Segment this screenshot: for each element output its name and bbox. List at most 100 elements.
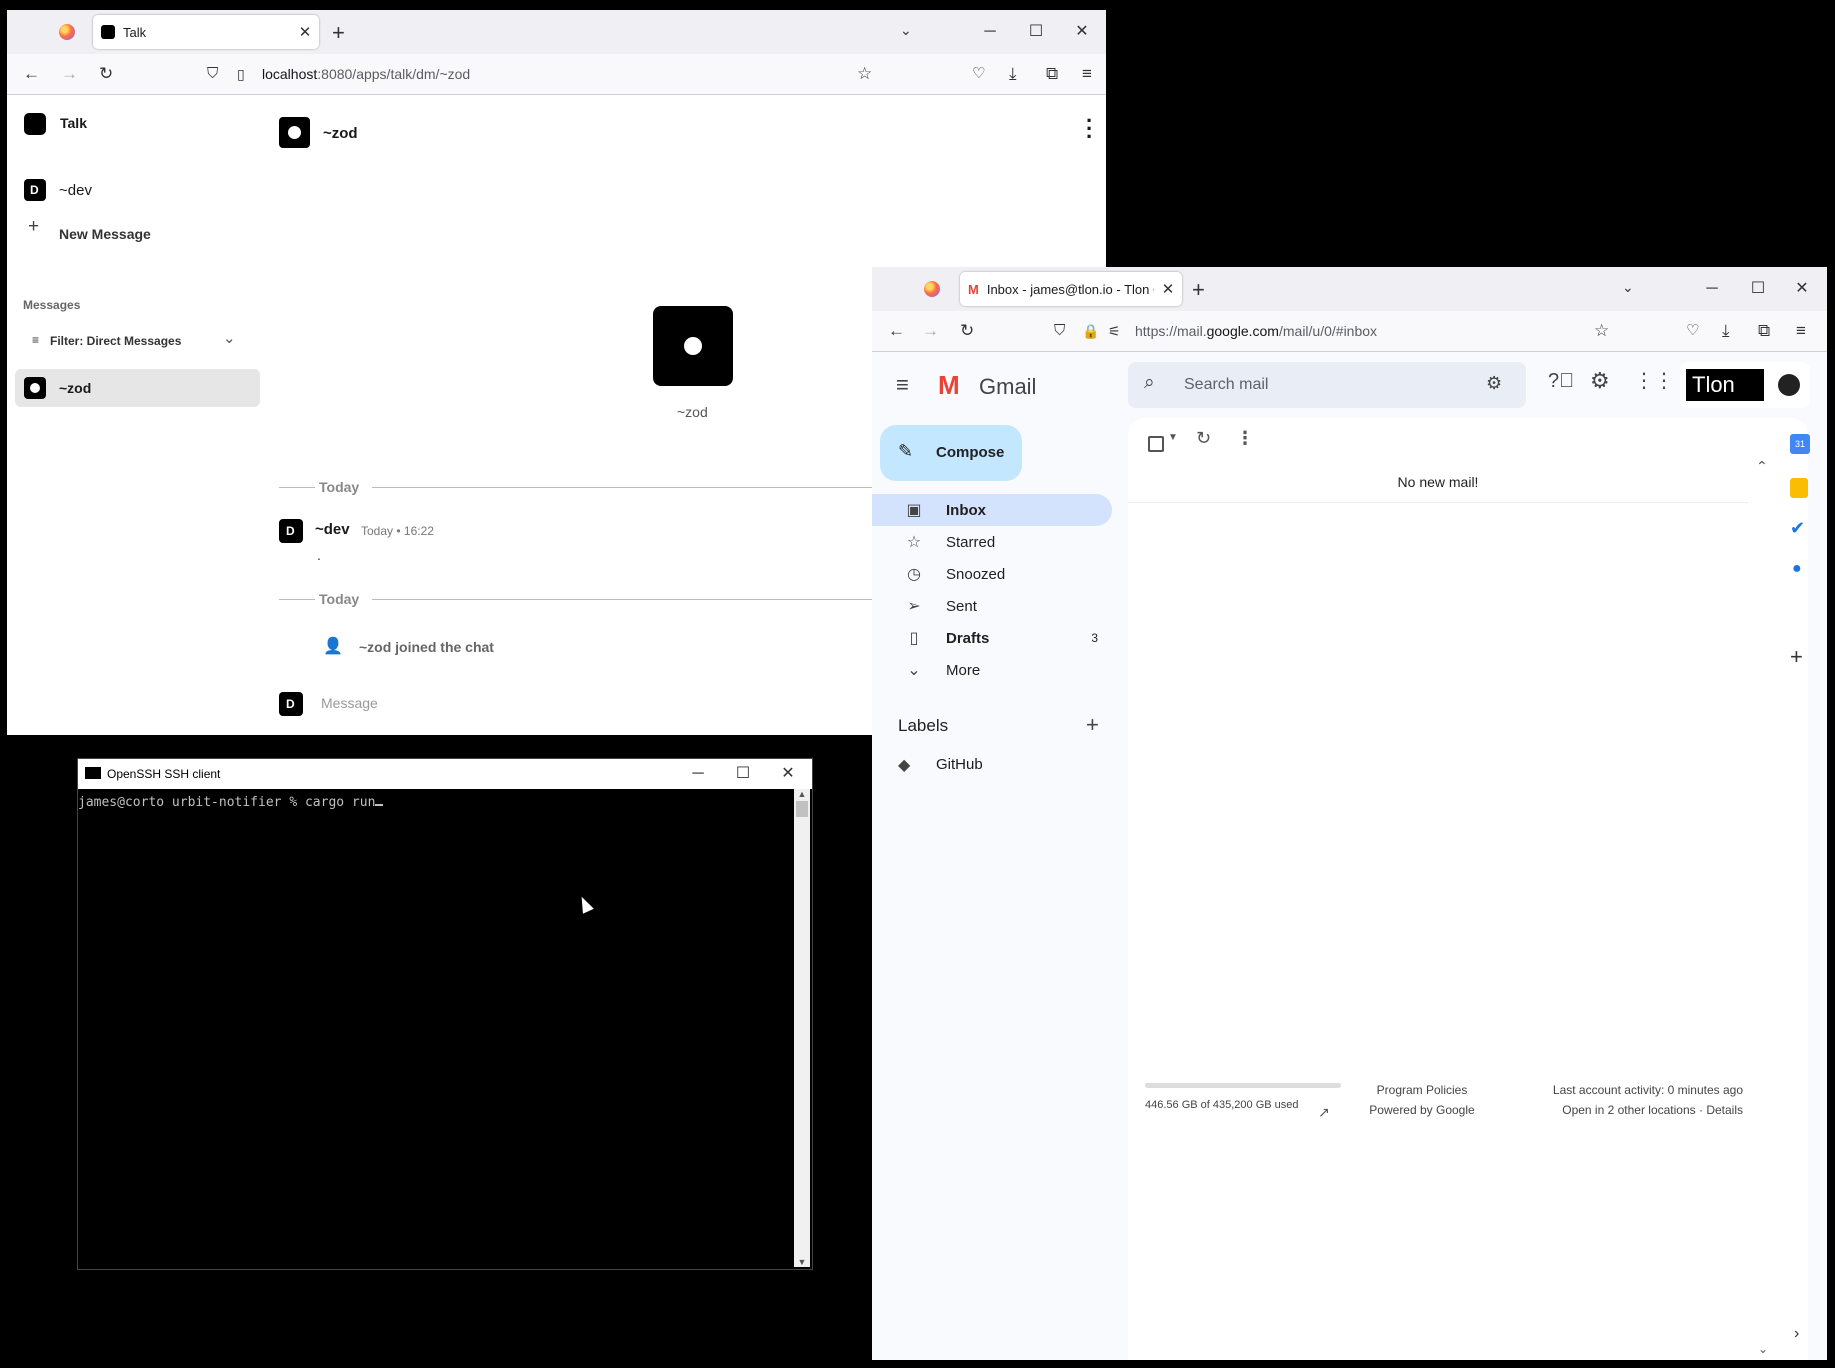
nav-item-drafts[interactable]: ▯ Drafts 3 xyxy=(872,622,1112,654)
gmail-brand: Gmail xyxy=(979,374,1037,399)
back-icon[interactable]: ← xyxy=(888,311,905,351)
join-notice: ~zod joined the chat xyxy=(359,639,494,655)
maximize-icon[interactable]: ☐ xyxy=(723,759,763,789)
scroll-down-icon[interactable]: ▼ xyxy=(794,1257,810,1267)
sidebar-item-zod[interactable]: ~zod xyxy=(15,369,260,407)
minimize-icon[interactable]: ─ xyxy=(678,759,718,789)
extensions-icon[interactable]: ⧉ xyxy=(1758,311,1770,351)
divider-line xyxy=(279,599,315,600)
storage-bar xyxy=(1145,1083,1341,1088)
filter-dropdown[interactable]: Filter: Direct Messages xyxy=(50,334,181,348)
add-addon-icon[interactable]: + xyxy=(1790,644,1803,670)
help-icon[interactable]: ?⃝ xyxy=(1548,370,1574,393)
user-joined-icon: 👤 xyxy=(323,638,343,655)
menu-icon[interactable]: ≡ xyxy=(1796,311,1806,351)
reload-icon[interactable]: ↻ xyxy=(960,311,974,351)
main-menu-icon[interactable]: ≡ xyxy=(896,372,909,398)
list-tabs-icon[interactable]: ⌄ xyxy=(900,22,912,39)
settings-gear-icon[interactable]: ⚙ xyxy=(1590,368,1610,394)
scroll-down-icon[interactable]: ⌄ xyxy=(1758,1342,1768,1356)
search-input[interactable]: Search mail xyxy=(1184,376,1268,394)
message-author[interactable]: ~dev xyxy=(315,521,350,538)
downloads-icon[interactable]: ⤓ xyxy=(1722,311,1730,351)
search-bar[interactable]: ⌕ Search mail ⚙ xyxy=(1128,362,1526,408)
shield-icon[interactable]: ⛉ xyxy=(207,54,218,94)
tasks-icon[interactable]: ✔ xyxy=(1790,518,1805,539)
lock-icon[interactable]: 🔒 xyxy=(1082,311,1099,351)
new-message-button[interactable]: New Message xyxy=(59,226,151,242)
nav-item-snoozed[interactable]: ◷ Snoozed xyxy=(872,558,1112,590)
gmail-tab[interactable]: M Inbox - james@tlon.io - Tlon C ✕ xyxy=(960,272,1182,306)
nav-item-inbox[interactable]: ▣ Inbox xyxy=(872,494,1112,526)
forward-icon[interactable]: → xyxy=(922,311,939,351)
program-policies-link[interactable]: Program Policies xyxy=(1340,1083,1504,1097)
permissions-icon[interactable]: ⚟ xyxy=(1108,311,1121,351)
chat-header-name: ~zod xyxy=(323,125,358,142)
contacts-icon[interactable]: ● xyxy=(1792,560,1802,578)
bookmark-star-icon[interactable]: ☆ xyxy=(857,54,872,94)
close-window-icon[interactable]: ✕ xyxy=(1782,267,1822,311)
downloads-icon[interactable]: ⤓ xyxy=(1009,54,1017,94)
chevron-down-icon: ⌄ xyxy=(907,662,921,679)
keep-icon[interactable] xyxy=(1790,478,1808,498)
select-checkbox[interactable] xyxy=(1148,436,1164,452)
gmail-address-bar[interactable]: https://mail.google.com/mail/u/0/#inbox xyxy=(1135,311,1377,351)
select-dropdown-icon[interactable]: ▼ xyxy=(1168,432,1178,443)
account-switcher[interactable]: Tlon xyxy=(1680,362,1810,408)
talk-address-bar[interactable]: localhost:8080/apps/talk/dm/~zod xyxy=(262,54,470,94)
more-options-icon[interactable]: · · · xyxy=(1086,110,1093,148)
calendar-icon[interactable]: 31 xyxy=(1790,434,1810,454)
list-tabs-icon[interactable]: ⌄ xyxy=(1622,279,1634,296)
last-activity-text: Last account activity: 0 minutes ago xyxy=(1552,1083,1743,1097)
pocket-icon[interactable]: ♡ xyxy=(1686,311,1699,351)
storage-bar-fill xyxy=(1145,1083,1341,1088)
talk-tab[interactable]: Talk ✕ xyxy=(93,15,319,49)
reload-icon[interactable]: ↻ xyxy=(99,54,113,94)
close-tab-icon[interactable]: ✕ xyxy=(291,23,319,41)
compose-button[interactable]: ✎ Compose xyxy=(880,425,1022,481)
sidebar-item-label: ~zod xyxy=(59,380,92,396)
add-label-icon[interactable]: + xyxy=(1086,712,1099,738)
chevron-down-icon[interactable]: ⌄ xyxy=(223,329,236,347)
nav-item-sent[interactable]: ➢ Sent xyxy=(872,590,1112,622)
menu-icon[interactable]: ≡ xyxy=(1082,54,1092,94)
scroll-thumb[interactable] xyxy=(796,801,808,817)
new-tab-icon[interactable]: + xyxy=(332,20,345,46)
forward-icon[interactable]: → xyxy=(61,54,78,94)
close-window-icon[interactable]: ✕ xyxy=(768,759,808,789)
new-tab-icon[interactable]: + xyxy=(1192,277,1205,303)
minimize-icon[interactable]: ─ xyxy=(1692,267,1732,311)
search-icon[interactable]: ⌕ xyxy=(1144,372,1155,394)
nav-item-more[interactable]: ⌄ More xyxy=(872,654,1112,686)
open-locations-link[interactable]: Open in 2 other locations · Details xyxy=(1503,1103,1743,1117)
firefox-icon[interactable] xyxy=(59,24,75,40)
firefox-icon[interactable] xyxy=(924,281,940,297)
shield-icon[interactable]: ⛉ xyxy=(1054,311,1065,351)
apps-grid-icon[interactable]: ⋮⋮ xyxy=(1634,368,1674,393)
back-icon[interactable]: ← xyxy=(23,54,40,94)
message-input[interactable]: Message xyxy=(321,695,861,711)
maximize-icon[interactable]: ☐ xyxy=(1016,10,1056,54)
search-options-icon[interactable]: ⚙ xyxy=(1486,373,1502,394)
nav-item-starred[interactable]: ☆ Starred xyxy=(872,526,1112,558)
extensions-icon[interactable]: ⧉ xyxy=(1046,54,1058,94)
terminal-scrollbar[interactable]: ▲ ▼ xyxy=(794,789,810,1267)
pocket-icon[interactable]: ♡ xyxy=(972,54,985,94)
expand-panel-icon[interactable]: › xyxy=(1794,1325,1799,1343)
minimize-icon[interactable]: ─ xyxy=(970,10,1010,54)
scroll-up-icon[interactable]: ▲ xyxy=(794,789,810,799)
dev-avatar: D xyxy=(24,179,46,201)
terminal-output[interactable]: james@corto urbit-notifier % cargo run xyxy=(78,792,793,810)
collapse-icon[interactable]: ⌃ xyxy=(1756,458,1768,475)
close-tab-icon[interactable]: ✕ xyxy=(1154,280,1182,298)
close-window-icon[interactable]: ✕ xyxy=(1062,10,1102,54)
maximize-icon[interactable]: ☐ xyxy=(1738,267,1778,311)
more-actions-icon[interactable]: ⋮ xyxy=(1236,428,1254,449)
label-github[interactable]: GitHub xyxy=(936,756,983,773)
sidebar-item-dev[interactable]: ~dev xyxy=(59,182,92,199)
bookmark-star-icon[interactable]: ☆ xyxy=(1594,311,1609,351)
refresh-icon[interactable]: ↻ xyxy=(1196,428,1211,449)
page-icon[interactable]: ▯ xyxy=(237,54,245,94)
open-external-icon[interactable]: ↗ xyxy=(1318,1104,1330,1121)
terminal-cursor xyxy=(375,792,384,806)
